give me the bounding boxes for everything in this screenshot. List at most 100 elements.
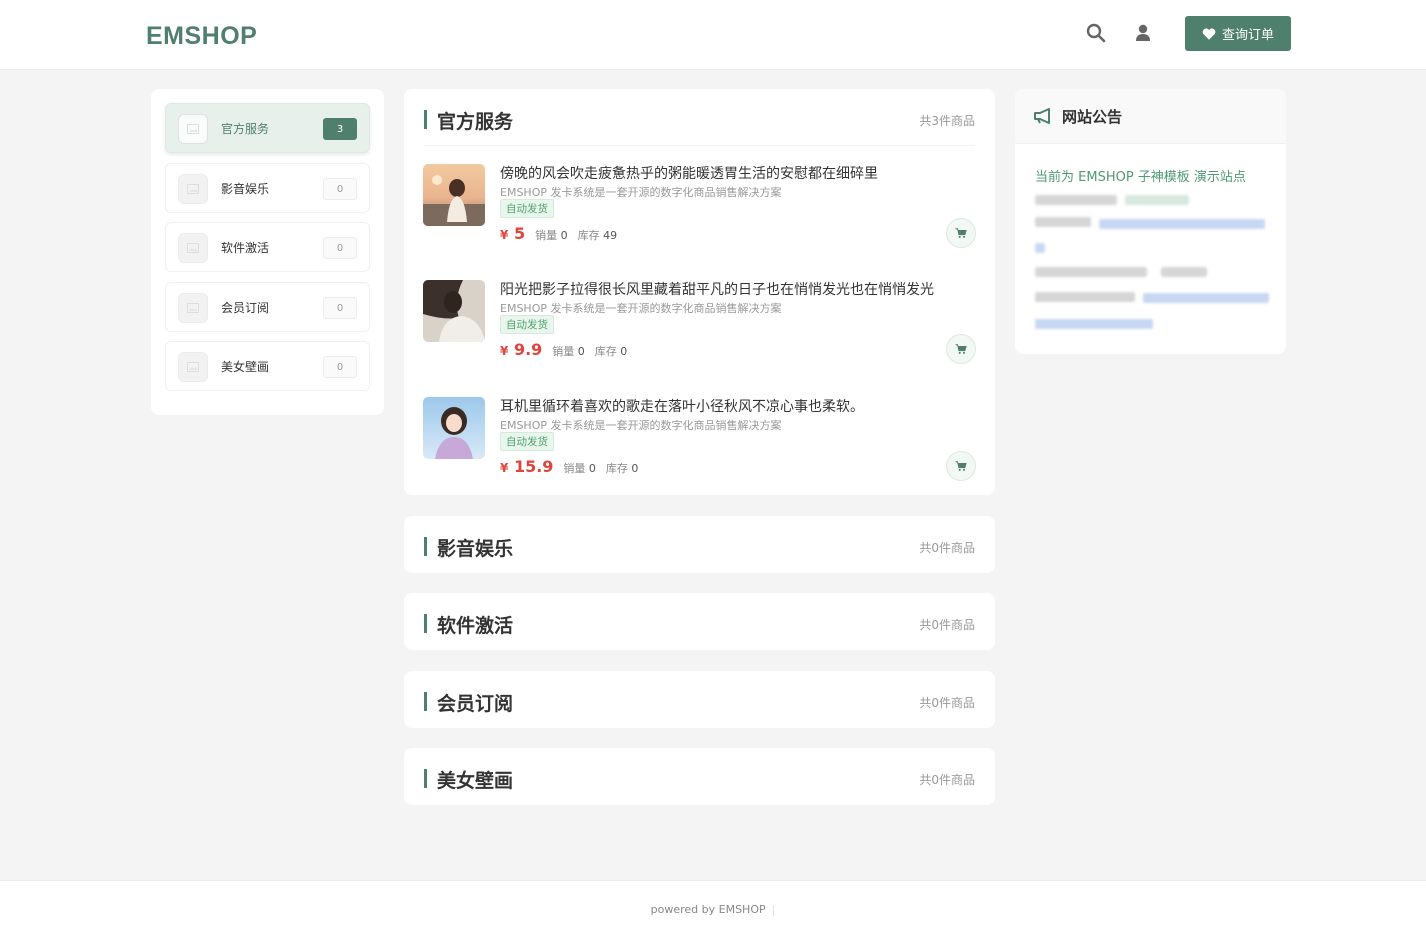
product-thumbnail[interactable] [423,280,485,342]
product-thumbnail[interactable] [423,397,485,459]
product-name[interactable]: 傍晚的风会吹走疲惫热乎的粥能暖透胃生活的安慰都在细碎里 [500,163,878,183]
category-card-membership: 会员订阅 共0件商品 [404,671,995,728]
sidebar-item-membership[interactable]: 会员订阅 0 [165,282,370,332]
site-header: EMSHOP 查询订单 [0,0,1426,70]
blurred-text [1035,267,1147,277]
announcement-text: 当前为 EMSHOP 子神模板 演示站点 [1035,170,1246,185]
sidebar-item-count: 0 [323,297,357,319]
blurred-text [1125,195,1189,205]
divider [424,145,975,146]
sidebar-item-count: 3 [323,118,357,140]
add-to-cart-button[interactable] [946,451,976,481]
auto-delivery-badge: 自动发货 [500,315,554,334]
sidebar-item-entertainment[interactable]: 影音娱乐 0 [165,163,370,213]
image-placeholder-icon [178,233,208,263]
blurred-text [1035,217,1091,227]
megaphone-icon [1034,108,1050,124]
product-item[interactable]: 阳光把影子拉得很长风里藏着甜平凡的日子也在悄悄发光也在悄悄发光 EMSHOP 发… [423,280,976,384]
cart-icon [955,461,967,471]
product-name[interactable]: 阳光把影子拉得很长风里藏着甜平凡的日子也在悄悄发光也在悄悄发光 [500,279,934,299]
product-sales: 销量 0 [552,345,585,358]
product-thumbnail[interactable] [423,164,485,226]
category-title: 官方服务 [437,111,514,133]
category-header: 官方服务 共3件商品 [424,89,975,146]
category-title: 会员订阅 [437,693,514,715]
sidebar-item-label: 官方服务 [221,122,270,136]
sidebar-item-label: 软件激活 [221,241,270,255]
blurred-text [1035,243,1045,253]
category-count: 共3件商品 [919,114,975,128]
footer-divider: | [771,903,776,916]
powered-by-link[interactable]: powered by EMSHOP [651,903,766,916]
category-header: 软件激活 共0件商品 [424,593,975,650]
user-icon[interactable] [1133,23,1153,43]
category-header: 美女壁画 共0件商品 [424,748,975,805]
category-title: 美女壁画 [437,770,514,792]
product-description: EMSHOP 发卡系统是一套开源的数字化商品销售解决方案 [500,186,782,199]
query-order-label: 查询订单 [1221,28,1274,43]
category-card-software: 软件激活 共0件商品 [404,593,995,650]
add-to-cart-button[interactable] [946,334,976,364]
auto-delivery-badge: 自动发货 [500,199,554,218]
sidebar-item-count: 0 [323,178,357,200]
site-footer: powered by EMSHOP | [0,880,1426,939]
product-item[interactable]: 耳机里循环着喜欢的歌走在落叶小径秋风不凉心事也柔软。 EMSHOP 发卡系统是一… [423,397,976,501]
product-price: ¥ 9.9 [500,340,543,359]
sidebar-item-count: 0 [323,237,357,259]
category-card-wallpaper: 美女壁画 共0件商品 [404,748,995,805]
blurred-link[interactable] [1035,319,1153,329]
cart-icon [955,228,967,238]
product-sales: 销量 0 [563,462,596,475]
sidebar-item-wallpaper[interactable]: 美女壁画 0 [165,341,370,391]
category-sidebar: 官方服务 3 影音娱乐 0 软件激活 0 会员订阅 0 美女壁画 0 [151,89,384,415]
product-price: ¥ 15.9 [500,457,554,476]
add-to-cart-button[interactable] [946,218,976,248]
sidebar-item-label: 会员订阅 [221,301,270,315]
category-count: 共0件商品 [919,696,975,710]
sidebar-item-official-service[interactable]: 官方服务 3 [165,103,370,153]
heart-icon [1202,28,1216,40]
title-accent-bar [424,769,427,788]
category-count: 共0件商品 [919,618,975,632]
image-placeholder-icon [178,114,208,144]
product-stock: 库存 0 [594,345,628,358]
product-stock: 库存 49 [577,229,618,242]
query-order-button[interactable]: 查询订单 [1185,16,1291,51]
category-title: 影音娱乐 [437,538,514,560]
image-placeholder-icon [178,293,208,323]
blurred-link[interactable] [1099,219,1265,229]
footer-text: powered by EMSHOP | [0,903,1426,916]
sidebar-item-software[interactable]: 软件激活 0 [165,222,370,272]
blurred-text [1035,195,1117,205]
title-accent-bar [424,537,427,556]
category-header: 影音娱乐 共0件商品 [424,516,975,573]
product-sales: 销量 0 [535,229,568,242]
image-placeholder-icon [178,352,208,382]
product-description: EMSHOP 发卡系统是一套开源的数字化商品销售解决方案 [500,419,782,432]
category-header: 会员订阅 共0件商品 [424,671,975,728]
announcement-title: 网站公告 [1062,108,1123,126]
sidebar-item-label: 影音娱乐 [221,182,270,196]
title-accent-bar [424,614,427,633]
product-stock: 库存 0 [605,462,639,475]
title-accent-bar [424,110,427,129]
product-name[interactable]: 耳机里循环着喜欢的歌走在落叶小径秋风不凉心事也柔软。 [500,396,864,416]
image-placeholder-icon [178,174,208,204]
category-count: 共0件商品 [919,773,975,787]
product-item[interactable]: 傍晚的风会吹走疲惫热乎的粥能暖透胃生活的安慰都在细碎里 EMSHOP 发卡系统是… [423,164,976,268]
blurred-text [1161,267,1207,277]
announcement-panel: 网站公告 当前为 EMSHOP 子神模板 演示站点 [1015,89,1286,354]
category-card-official-service: 官方服务 共3件商品 傍晚的风会吹走疲惫热乎的粥能暖透胃生活的安慰都在细碎里 E… [404,89,995,495]
product-price: ¥ 5 [500,224,526,243]
product-price-row: ¥ 9.9 销量 0 库存 0 [500,340,627,359]
search-icon[interactable] [1086,23,1106,43]
product-description: EMSHOP 发卡系统是一套开源的数字化商品销售解决方案 [500,302,782,315]
category-card-entertainment: 影音娱乐 共0件商品 [404,516,995,573]
cart-icon [955,344,967,354]
title-accent-bar [424,692,427,711]
site-logo[interactable]: EMSHOP [146,22,257,51]
blurred-text [1035,292,1135,302]
product-price-row: ¥ 15.9 销量 0 库存 0 [500,457,638,476]
blurred-link[interactable] [1143,293,1269,303]
category-title: 软件激活 [437,615,514,637]
